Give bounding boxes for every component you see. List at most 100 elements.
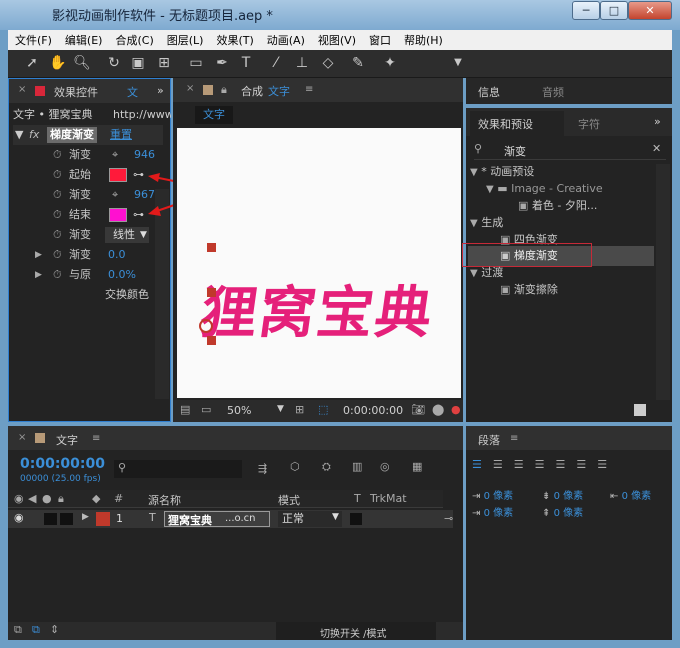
close-button[interactable]: ✕ (628, 1, 672, 20)
tree-item[interactable]: ▣ 渐变擦除 (500, 280, 650, 300)
tab-audio[interactable]: 音频 (542, 84, 564, 100)
stopwatch-icon[interactable]: ⏱ (53, 265, 62, 285)
solo-icon[interactable]: ● (42, 492, 52, 505)
panel-menu-overflow-icon[interactable]: » (157, 84, 164, 97)
presets-scrollbar[interactable] (656, 164, 670, 400)
tab-effects-presets[interactable]: 效果和预设 (478, 116, 533, 132)
space-after[interactable]: ⇞ 0 像素 (542, 504, 583, 519)
ramp-start-handle[interactable] (207, 243, 216, 252)
chevron-down-icon[interactable]: ▼ (277, 404, 284, 414)
zoom-level[interactable]: 50% (227, 404, 251, 417)
visibility-icon[interactable]: ◉ (14, 492, 24, 505)
swap-colors-button[interactable]: 交换颜色 (105, 285, 153, 305)
timeline-current-time[interactable]: 0:00:00:00 (20, 456, 105, 472)
show-snapshot-icon[interactable]: ⬤ (432, 403, 444, 416)
pen-tool-icon[interactable]: ✒ (212, 53, 232, 73)
stopwatch-icon[interactable]: ⏱ (53, 165, 62, 185)
layer-name-field[interactable]: 狸窝宝典 ...o.cn (164, 511, 270, 527)
justify-left-icon[interactable]: ☰ (535, 458, 545, 474)
lock-toggle[interactable] (60, 513, 73, 525)
timeline-layer-row[interactable]: ◉ ▶ 1 T 狸窝宝典 ...o.cn 正常 ▼ ⊸ (8, 510, 453, 528)
close-panel-icon[interactable]: × (18, 84, 26, 95)
first-line-indent-value[interactable]: 0 像素 (622, 491, 652, 502)
crosshair-icon[interactable]: ⌖ (112, 145, 118, 165)
graph-editor-icon[interactable]: ▦ (412, 460, 422, 473)
justify-right-icon[interactable]: ☰ (576, 458, 586, 474)
presets-search-input[interactable]: ⚲ 渐变 ✕ (474, 140, 666, 160)
param-value[interactable]: 0.0% (108, 265, 136, 285)
tab-composition-name[interactable]: 文字 (268, 83, 290, 99)
fx-icon[interactable]: fx (29, 125, 39, 145)
tab-timeline[interactable]: 文字 (56, 432, 78, 448)
text-tool-icon[interactable]: T (236, 53, 256, 73)
channel-icon[interactable]: ● (451, 403, 461, 416)
tab-info[interactable]: 信息 (478, 84, 500, 100)
space-after-value[interactable]: 0 像素 (554, 508, 584, 519)
twirl-closed-icon[interactable]: ▶ (35, 245, 42, 265)
col-source-name[interactable]: 源名称 (148, 492, 181, 508)
current-time[interactable]: 0:00:00:00 (343, 404, 403, 417)
chevron-down-icon[interactable]: ▼ (332, 512, 339, 522)
twirl-open-icon[interactable]: ▼ (15, 125, 23, 145)
menu-edit[interactable]: 编辑(E) (65, 32, 103, 48)
ramp-mid-handle[interactable] (207, 288, 216, 297)
camera-tool-icon[interactable]: ▣ (128, 53, 148, 73)
monitor-icon[interactable]: ▭ (201, 403, 211, 416)
twirl-open-icon[interactable]: ▼ (470, 218, 478, 229)
workspace-dropdown-icon[interactable]: ▼ (448, 53, 468, 73)
composition-canvas[interactable]: 狸窝宝典 (177, 128, 461, 398)
close-panel-icon[interactable]: × (186, 83, 194, 94)
in-out-icon[interactable]: ⇕ (50, 623, 59, 636)
twirl-open-icon[interactable]: ▼ (470, 167, 478, 178)
brush-tool-icon[interactable]: ⁄ (266, 53, 286, 73)
menu-help[interactable]: 帮助(H) (404, 32, 443, 48)
rectangle-tool-icon[interactable]: ▭ (186, 53, 206, 73)
twirl-open-icon[interactable]: ▼ (486, 184, 494, 195)
frame-blending-icon[interactable]: ▥ (352, 460, 362, 473)
twirl-open-icon[interactable]: ▼ (470, 268, 478, 279)
parent-pickwhip-icon[interactable]: ⊸ (444, 512, 453, 525)
reset-link[interactable]: 重置 (110, 125, 132, 145)
ramp-end-handle[interactable] (207, 336, 216, 345)
tab-effect-controls[interactable]: 效果控件 (54, 84, 98, 100)
solo-toggle[interactable] (44, 513, 57, 525)
shy-layers-icon[interactable]: ⛭ (322, 460, 331, 474)
twirl-closed-icon[interactable]: ▶ (35, 265, 42, 285)
menu-window[interactable]: 窗口 (369, 32, 391, 48)
composition-mini-flowchart-icon[interactable]: ⇶ (258, 462, 267, 475)
param-value[interactable]: 946 (134, 145, 155, 165)
layer-switches-icon[interactable]: ⧉ (14, 623, 22, 637)
indent-right-value[interactable]: 0 像素 (484, 508, 514, 519)
region-of-interest-icon[interactable]: ⬚ (318, 403, 328, 416)
menu-effect[interactable]: 效果(T) (216, 32, 253, 48)
panel-menu-overflow-icon[interactable]: » (654, 115, 661, 128)
tab-composition[interactable]: 合成 (241, 83, 263, 99)
twirl-closed-icon[interactable]: ▶ (82, 512, 89, 522)
hand-tool-icon[interactable]: ✋ (48, 53, 68, 73)
clone-stamp-tool-icon[interactable]: ⊥ (292, 53, 312, 73)
close-panel-icon[interactable]: × (18, 432, 26, 443)
timeline-search-input[interactable]: ⚲ (114, 460, 242, 478)
stopwatch-icon[interactable]: ⏱ (53, 185, 62, 205)
tab-paragraph[interactable]: 段落 (478, 432, 500, 448)
draft-3d-icon[interactable]: ⬡ (290, 460, 300, 473)
tab-character[interactable]: 字符 (578, 116, 600, 132)
stopwatch-icon[interactable]: ⏱ (53, 205, 62, 225)
composition-chip[interactable]: 文字 (195, 106, 233, 124)
clear-search-icon[interactable]: ✕ (652, 142, 661, 155)
audio-icon[interactable]: ◀ (28, 492, 36, 505)
anchor-point-icon[interactable] (199, 319, 213, 333)
space-before-value[interactable]: 0 像素 (554, 491, 584, 502)
transfer-controls-icon[interactable]: ⧉ (32, 623, 40, 637)
start-color-swatch[interactable] (109, 168, 127, 182)
chevron-down-icon[interactable]: ▼ (140, 225, 147, 245)
layer-label-color[interactable] (96, 512, 110, 526)
snapshot-icon[interactable]: 📷︎ (411, 403, 425, 416)
tab-effect-controls-secondary[interactable]: 文 (127, 84, 138, 100)
end-color-swatch[interactable] (109, 208, 127, 222)
menu-composition[interactable]: 合成(C) (115, 32, 153, 48)
new-folder-icon[interactable] (634, 404, 646, 416)
stopwatch-icon[interactable]: ⏱ (53, 145, 62, 165)
eraser-tool-icon[interactable]: ◇ (318, 53, 338, 73)
crosshair-icon[interactable]: ⌖ (112, 185, 118, 205)
